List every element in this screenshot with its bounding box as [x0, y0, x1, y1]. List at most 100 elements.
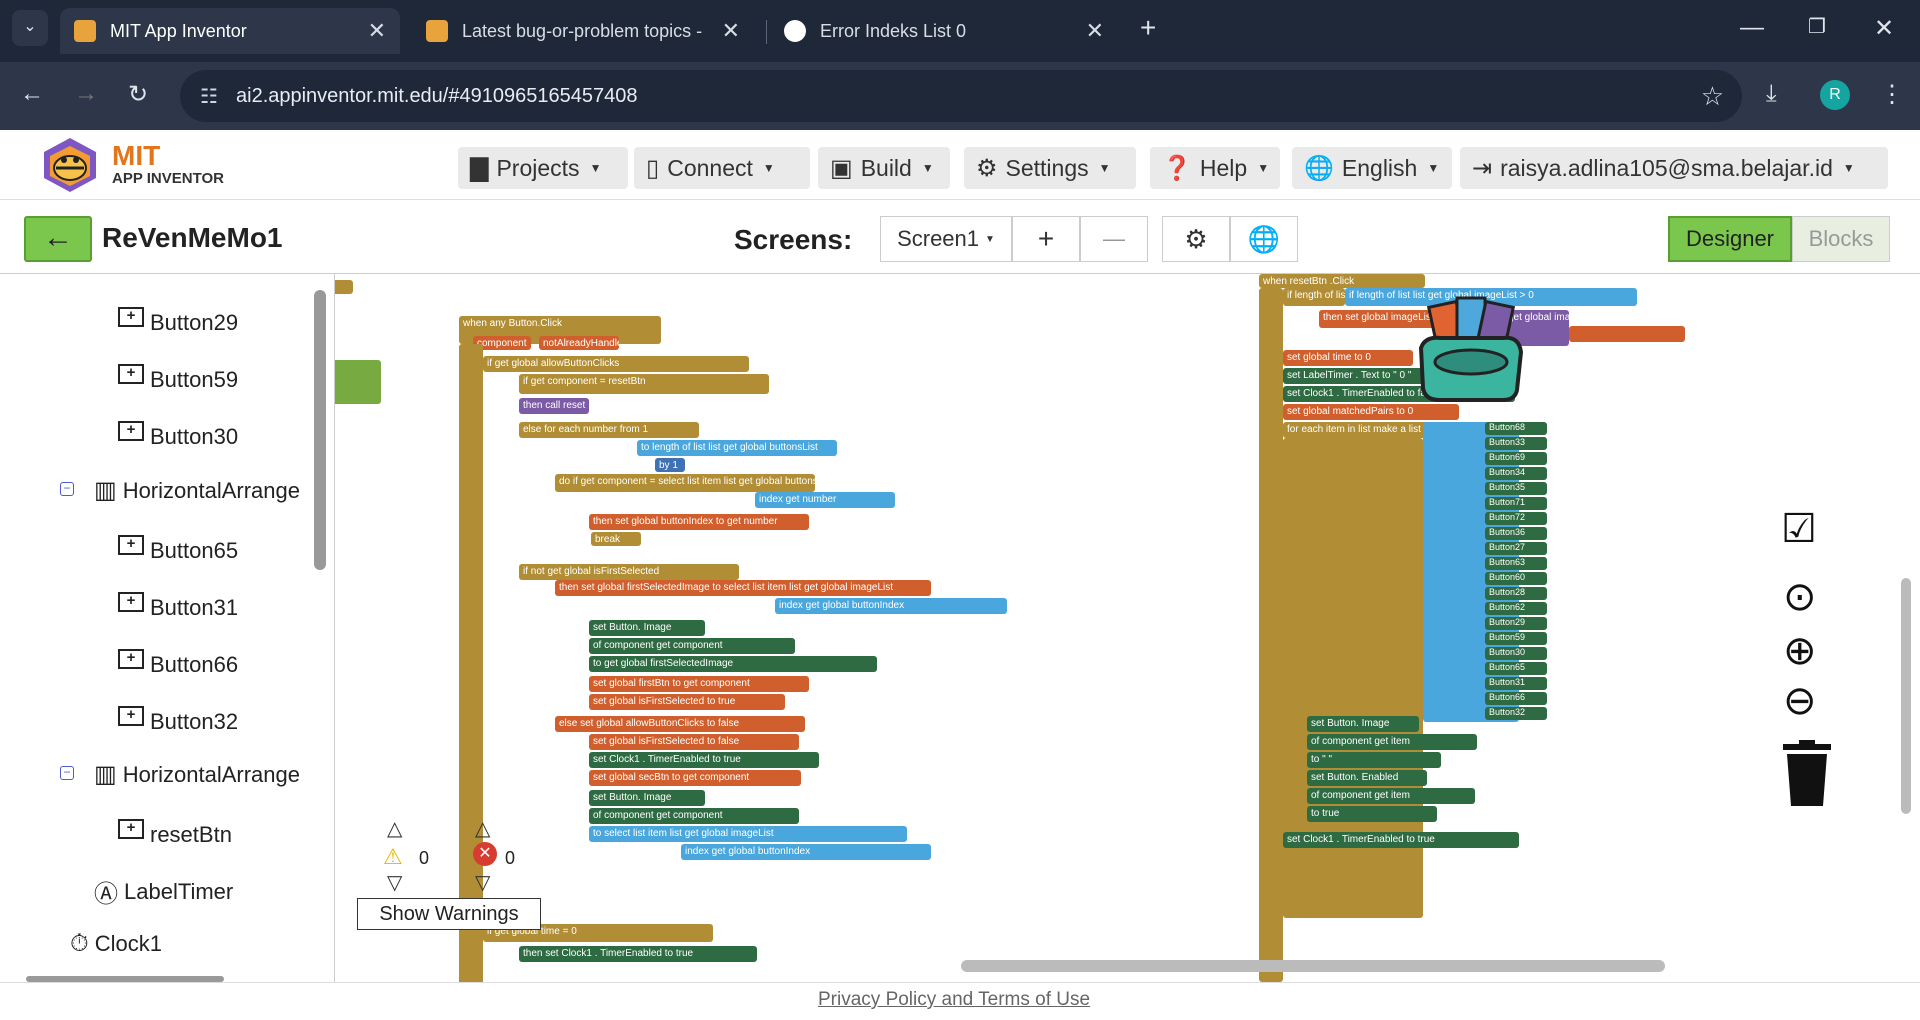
tree-item[interactable]: ▥ HorizontalArrange — [94, 760, 300, 789]
site-info-icon[interactable]: ☷ — [200, 84, 218, 109]
tab-error-indeks[interactable]: Error Indeks List 0 ✕ — [770, 8, 1118, 54]
of-component-row[interactable]: of component get component — [589, 638, 795, 654]
set-clock-block[interactable]: set Clock1 . TimerEnabled to true — [589, 752, 819, 768]
if-block[interactable]: do if get component = select list item l… — [555, 474, 815, 492]
set-block[interactable]: set global time to 0 — [1283, 350, 1413, 366]
back-to-projects-button[interactable]: ← — [24, 216, 92, 262]
error-nav-down-icon[interactable]: ▽ — [475, 870, 490, 895]
list-item-button[interactable]: Button34 — [1485, 467, 1547, 480]
recenter-icon[interactable]: ⊙ — [1783, 574, 1817, 620]
tree-item[interactable]: ▥ HorizontalArrange — [94, 476, 300, 505]
close-tab-icon[interactable]: ✕ — [1086, 18, 1104, 44]
select-list-item-block[interactable]: index get global buttonIndex — [775, 598, 1007, 614]
set-block[interactable]: then set global firstSelectedImage to se… — [555, 580, 931, 596]
zoom-out-icon[interactable]: ⊖ — [1783, 678, 1817, 724]
list-item-button[interactable]: Button27 — [1485, 542, 1547, 555]
tab-search-button[interactable]: ⌄ — [12, 10, 48, 46]
help-menu[interactable]: ❓ Help ▼ — [1150, 147, 1280, 189]
zoom-in-icon[interactable]: ⊕ — [1783, 628, 1817, 674]
screen-select[interactable]: Screen1 ▼ — [880, 216, 1012, 262]
back-nav-icon[interactable]: ← — [20, 80, 44, 108]
break-block[interactable]: break — [591, 532, 641, 546]
close-window-icon[interactable]: ✕ — [1874, 14, 1894, 43]
for-each-block[interactable]: else for each number from 1 — [519, 422, 699, 438]
partial-block[interactable] — [335, 360, 381, 404]
browser-menu-icon[interactable]: ⋮ — [1880, 80, 1904, 109]
tree-item[interactable]: ⏱ Clock1 — [70, 930, 162, 958]
language-menu[interactable]: 🌐 English ▼ — [1292, 147, 1452, 189]
set-block[interactable]: else set global allowButtonClicks to fal… — [555, 716, 805, 732]
warning-nav-up-icon[interactable]: △ — [387, 816, 402, 841]
forward-nav-icon[interactable]: → — [74, 80, 98, 108]
list-item-button[interactable]: Button32 — [1485, 707, 1547, 720]
index-row[interactable]: index get global buttonIndex — [681, 844, 931, 860]
of-component-row[interactable]: of component get component — [589, 808, 799, 824]
list-item-button[interactable]: Button60 — [1485, 572, 1547, 585]
blocks-workspace[interactable]: when any Button.Click component notAlrea… — [334, 274, 1920, 982]
list-item-button[interactable]: Button71 — [1485, 497, 1547, 510]
tree-item[interactable]: + Button30 — [118, 421, 238, 450]
build-menu[interactable]: ▣ Build ▼ — [818, 147, 950, 189]
select-list-item-block[interactable]: index get number — [755, 492, 895, 508]
show-warnings-button[interactable]: Show Warnings — [357, 898, 541, 930]
new-tab-button[interactable]: + — [1140, 12, 1156, 44]
list-item-button[interactable]: Button28 — [1485, 587, 1547, 600]
list-item-button[interactable]: Button30 — [1485, 647, 1547, 660]
if-block[interactable]: if get global allowButtonClicks — [483, 356, 749, 372]
bookmark-star-icon[interactable]: ☆ — [1701, 81, 1724, 112]
tree-scrollbar[interactable] — [314, 290, 326, 570]
tree-item[interactable]: + Button29 — [118, 307, 238, 336]
remove-screen-button[interactable]: — — [1080, 216, 1148, 262]
set-clock-block[interactable]: set Clock1 . TimerEnabled to true — [1283, 832, 1519, 848]
reload-icon[interactable]: ↻ — [128, 80, 148, 109]
tree-item[interactable]: + Button59 — [118, 364, 238, 393]
param-notalreadyhandled[interactable]: notAlreadyHandled — [539, 336, 619, 350]
set-block[interactable]: set global isFirstSelected to false — [589, 734, 799, 750]
set-button-image-block[interactable]: set Button. Image — [1307, 716, 1419, 732]
close-tab-icon[interactable]: ✕ — [368, 18, 386, 44]
add-screen-button[interactable]: + — [1012, 216, 1080, 262]
connect-menu[interactable]: ▯ Connect ▼ — [634, 147, 810, 189]
blocks-button[interactable]: Blocks — [1792, 216, 1890, 262]
checklist-icon[interactable]: ☑ — [1781, 506, 1817, 552]
set-button-image-block[interactable]: set Button. Image — [589, 620, 705, 636]
workspace-hscrollbar[interactable] — [961, 960, 1665, 972]
backpack-icon[interactable] — [1411, 286, 1531, 406]
privacy-policy-link[interactable]: Privacy Policy and Terms of Use — [818, 989, 1090, 1011]
restore-icon[interactable]: ❐ — [1808, 14, 1826, 39]
project-properties-icon[interactable]: ⚙ — [1162, 216, 1230, 262]
url-field[interactable]: ☷ ai2.appinventor.mit.edu/#4910965165457… — [180, 70, 1742, 122]
list-item-button[interactable]: Button31 — [1485, 677, 1547, 690]
list-item-button[interactable]: Button69 — [1485, 452, 1547, 465]
trash-icon[interactable] — [1781, 740, 1833, 808]
profile-avatar[interactable]: R — [1820, 80, 1850, 110]
error-nav-up-icon[interactable]: △ — [475, 816, 490, 841]
collapse-toggle[interactable]: − — [60, 766, 74, 780]
download-icon[interactable]: ⤓ — [1766, 80, 1777, 108]
if-block[interactable]: if length of list list get global imageL… — [1283, 288, 1345, 306]
set-block[interactable]: then set global buttonIndex to get numbe… — [589, 514, 809, 530]
list-item-button[interactable]: Button62 — [1485, 602, 1547, 615]
designer-button[interactable]: Designer — [1668, 216, 1792, 262]
partial-block[interactable] — [335, 280, 353, 294]
tab-mit-app-inventor[interactable]: MIT App Inventor ✕ — [60, 8, 400, 54]
list-item-button[interactable]: Button33 — [1485, 437, 1547, 450]
settings-menu[interactable]: ⚙ Settings ▼ — [964, 147, 1136, 189]
tree-item[interactable]: + Button32 — [118, 706, 238, 735]
to-row[interactable]: to " " — [1307, 752, 1441, 768]
get-imagelist-block[interactable] — [1569, 326, 1685, 342]
list-item-button[interactable]: Button68 — [1485, 422, 1547, 435]
list-item-button[interactable]: Button59 — [1485, 632, 1547, 645]
list-item-button[interactable]: Button36 — [1485, 527, 1547, 540]
list-item-button[interactable]: Button72 — [1485, 512, 1547, 525]
account-menu[interactable]: ⇥ raisya.adlina105@sma.belajar.id ▼ — [1460, 147, 1888, 189]
event-block-reset-click[interactable]: when resetBtn .Click — [1259, 274, 1425, 288]
workspace-vscrollbar[interactable] — [1901, 578, 1911, 814]
tree-item[interactable]: + Button31 — [118, 592, 238, 621]
tree-item[interactable]: + resetBtn — [118, 819, 232, 848]
tree-item[interactable]: + Button65 — [118, 535, 238, 564]
if-block[interactable]: if not get global isFirstSelected — [519, 564, 739, 580]
set-block[interactable]: set global isFirstSelected to true — [589, 694, 785, 710]
set-clock-block[interactable]: then set Clock1 . TimerEnabled to true — [519, 946, 757, 962]
list-item-button[interactable]: Button29 — [1485, 617, 1547, 630]
